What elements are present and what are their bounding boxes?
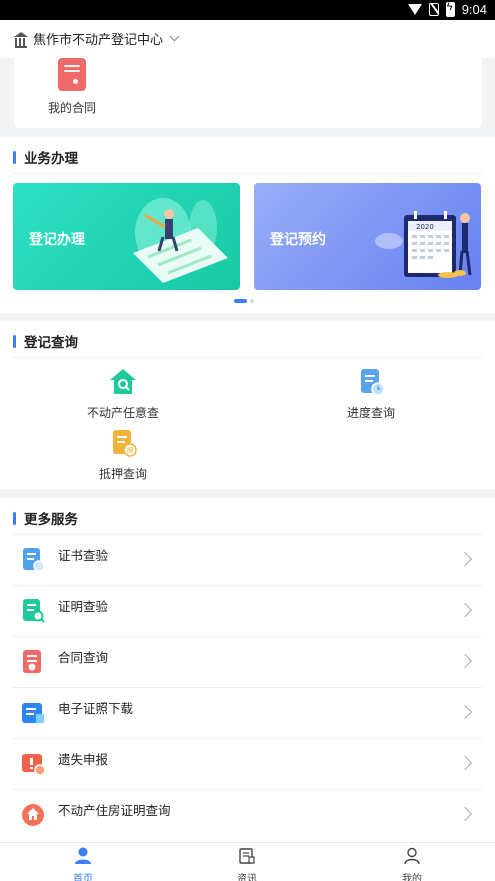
svg-text:押: 押 bbox=[127, 446, 134, 455]
status-bar: 9:04 bbox=[0, 0, 495, 20]
e-license-download-label: 电子证照下载 bbox=[58, 701, 134, 716]
contract-icon bbox=[58, 58, 86, 91]
e-license-download-item[interactable]: 电子证照下载 bbox=[13, 688, 482, 739]
contract-query-label: 合同查询 bbox=[58, 650, 109, 665]
bottom-tab-bar: 首页 资讯 我的 bbox=[0, 842, 495, 881]
progress-query-button[interactable]: 进度查询 bbox=[341, 367, 401, 421]
services-section-title: 更多服务 bbox=[13, 508, 78, 528]
no-sim-icon bbox=[428, 3, 439, 16]
user-outline-icon bbox=[404, 847, 420, 865]
any-property-query-button[interactable]: 不动产任意查 bbox=[83, 367, 163, 421]
chevron-right-icon bbox=[457, 551, 473, 567]
chevron-right-icon bbox=[457, 602, 473, 618]
tab-mine[interactable]: 我的 bbox=[387, 847, 437, 881]
services-section: 更多服务 证书查验 证明查验 合同查询 电子证照下载 遗失申报 不动产住房证明查… bbox=[0, 498, 495, 842]
contract-card: 我的合同 bbox=[14, 58, 482, 128]
progress-query-label: 进度查询 bbox=[346, 406, 395, 420]
proof-check-item[interactable]: 证明查验 bbox=[13, 586, 482, 637]
battery-charging-icon bbox=[445, 1, 455, 17]
news-icon bbox=[239, 848, 255, 864]
tab-mine-label: 我的 bbox=[402, 874, 422, 881]
chevron-down-icon bbox=[169, 31, 180, 42]
tab-home-label: 首页 bbox=[73, 874, 93, 881]
certificate-check-item[interactable]: 证书查验 bbox=[13, 535, 482, 586]
org-title: 焦作市不动产登记中心 bbox=[33, 33, 164, 48]
registration-banner[interactable]: 登记办理 bbox=[13, 183, 240, 290]
mortgage-query-button[interactable]: 押 抵押查询 bbox=[95, 428, 151, 482]
contract-doc-icon bbox=[23, 650, 41, 673]
chevron-right-icon bbox=[457, 755, 473, 771]
chevron-right-icon bbox=[457, 806, 473, 822]
wifi-icon bbox=[407, 4, 422, 15]
carousel-indicator bbox=[234, 299, 254, 303]
house-search-icon bbox=[110, 369, 136, 394]
certificate-check-label: 证书查验 bbox=[58, 548, 109, 563]
proof-check-label: 证明查验 bbox=[58, 599, 109, 614]
my-contract-button[interactable]: 我的合同 bbox=[44, 58, 100, 116]
mortgage-doc-icon: 押 bbox=[113, 430, 137, 457]
housing-proof-query-label: 不动产住房证明查询 bbox=[58, 803, 171, 818]
calendar-year: 2020 bbox=[416, 223, 434, 231]
loss-report-icon bbox=[22, 754, 45, 776]
mortgage-query-label: 抵押查询 bbox=[98, 467, 147, 481]
housing-proof-query-item[interactable]: 不动产住房证明查询 bbox=[13, 790, 482, 841]
any-property-query-label: 不动产任意查 bbox=[86, 406, 159, 420]
loss-report-label: 遗失申报 bbox=[58, 752, 109, 767]
government-building-icon bbox=[14, 31, 28, 48]
tab-news-label: 资讯 bbox=[237, 874, 257, 881]
query-section-title: 登记查询 bbox=[13, 331, 78, 351]
chevron-right-icon bbox=[457, 653, 473, 669]
tab-home[interactable]: 首页 bbox=[58, 847, 108, 881]
registration-banner-label: 登记办理 bbox=[29, 232, 85, 248]
progress-doc-icon bbox=[361, 369, 385, 396]
header: 焦作市不动产登记中心 bbox=[0, 20, 495, 58]
status-time: 9:04 bbox=[461, 2, 487, 17]
tab-news[interactable]: 资讯 bbox=[222, 847, 272, 881]
certificate-icon bbox=[23, 548, 45, 572]
appointment-banner-label: 登记预约 bbox=[270, 232, 326, 248]
home-person-icon bbox=[75, 847, 91, 864]
house-icon bbox=[22, 804, 44, 826]
org-selector[interactable]: 焦作市不动产登记中心 bbox=[14, 29, 180, 48]
e-license-icon bbox=[22, 703, 44, 723]
appointment-banner[interactable]: 2020 登记预约 bbox=[254, 183, 481, 290]
proof-search-icon bbox=[23, 599, 45, 623]
business-section: 业务办理 登记办理 2020 登记预约 bbox=[0, 137, 495, 313]
chevron-right-icon bbox=[457, 704, 473, 720]
my-contract-label: 我的合同 bbox=[47, 101, 96, 115]
loss-report-item[interactable]: 遗失申报 bbox=[13, 739, 482, 790]
contract-query-item[interactable]: 合同查询 bbox=[13, 637, 482, 688]
business-section-title: 业务办理 bbox=[13, 147, 78, 167]
query-section: 登记查询 不动产任意查 进度查询 押 抵押查询 bbox=[0, 321, 495, 489]
